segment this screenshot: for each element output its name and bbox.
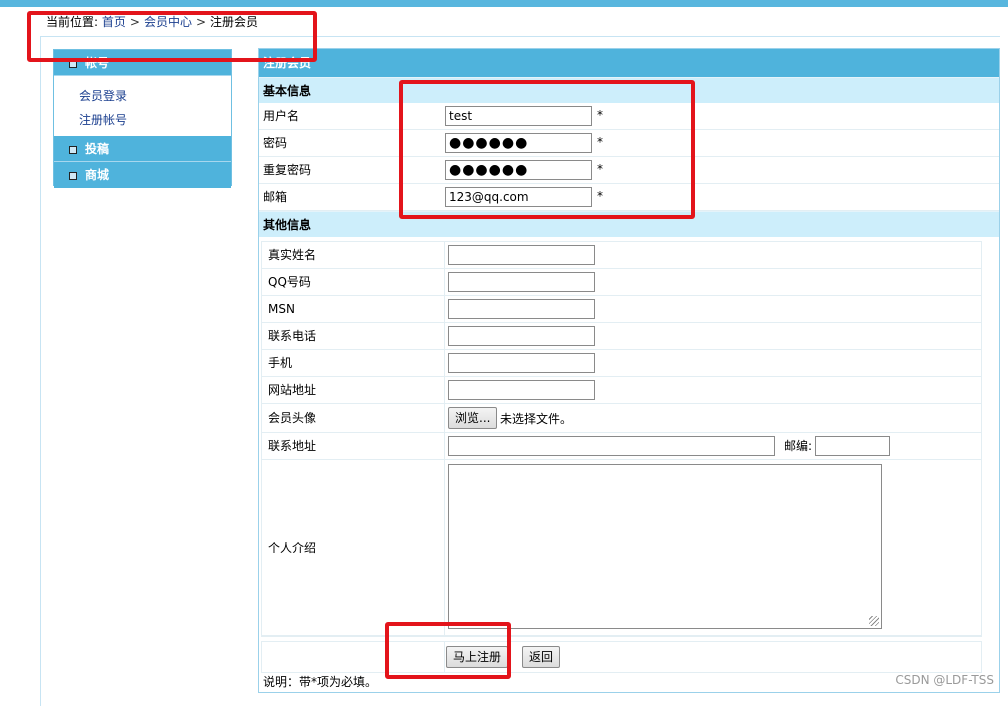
- back-button[interactable]: 返回: [522, 646, 561, 668]
- repeat-password-row: 重复密码 *: [259, 157, 999, 184]
- website-label: 网站地址: [268, 383, 317, 397]
- register-panel: 注册会员 基本信息 用户名 * 密码 * 重复密码 * 邮箱 * 其他信息 真实…: [258, 48, 1000, 693]
- real-name-row: 真实姓名: [262, 242, 981, 269]
- basic-info-heading: 基本信息: [259, 77, 999, 103]
- repeat-password-input[interactable]: [445, 160, 592, 180]
- breadcrumb-member-center-link[interactable]: 会员中心: [144, 15, 192, 29]
- phone-label: 联系电话: [268, 329, 317, 343]
- sidebar: 帐号 会员登录 注册帐号 投稿 商城: [53, 49, 232, 188]
- password-label: 密码: [263, 136, 288, 150]
- username-row: 用户名 *: [259, 103, 999, 130]
- website-input[interactable]: [448, 380, 595, 400]
- address-input[interactable]: [448, 436, 775, 456]
- website-row: 网站地址: [262, 377, 981, 404]
- required-mark: *: [597, 135, 603, 149]
- register-account-link[interactable]: 注册帐号: [79, 108, 231, 132]
- breadcrumb: 当前位置: 首页 > 会员中心 > 注册会员: [46, 14, 258, 30]
- password-row: 密码 *: [259, 130, 999, 157]
- top-bar: [0, 0, 1008, 7]
- intro-row: 个人介绍: [262, 460, 981, 636]
- other-info-table: 真实姓名 QQ号码 MSN 联系电话 手机 网站地址 会员头像 浏览... 未选…: [261, 241, 982, 637]
- watermark-text: CSDN @LDF-TSS: [895, 673, 994, 687]
- qq-row: QQ号码: [262, 269, 981, 296]
- sidebar-item-label: 商城: [85, 168, 110, 182]
- sidebar-item-account[interactable]: 帐号: [54, 50, 231, 76]
- action-row: 马上注册 返回: [261, 641, 982, 673]
- avatar-row: 会员头像 浏览... 未选择文件。: [262, 404, 981, 433]
- square-icon: [69, 172, 77, 180]
- zip-input[interactable]: [815, 436, 890, 456]
- panel-title: 注册会员: [259, 49, 999, 77]
- zip-label: 邮编:: [784, 439, 813, 453]
- square-icon: [69, 146, 77, 154]
- mobile-row: 手机: [262, 350, 981, 377]
- sidebar-item-label: 投稿: [85, 142, 110, 156]
- msn-input[interactable]: [448, 299, 595, 319]
- no-file-text: 未选择文件。: [500, 412, 573, 426]
- sidebar-item-shop[interactable]: 商城: [54, 162, 231, 188]
- address-row: 联系地址 邮编:: [262, 433, 981, 460]
- breadcrumb-separator: >: [195, 15, 207, 29]
- repeat-password-label: 重复密码: [263, 163, 312, 177]
- phone-input[interactable]: [448, 326, 595, 346]
- resize-grip-icon[interactable]: [869, 616, 879, 626]
- required-mark: *: [597, 189, 603, 203]
- address-label: 联系地址: [268, 439, 317, 453]
- square-icon: [69, 60, 77, 68]
- register-button[interactable]: 马上注册: [446, 646, 509, 668]
- intro-label: 个人介绍: [268, 541, 317, 555]
- username-label: 用户名: [263, 109, 300, 123]
- email-input[interactable]: [445, 187, 592, 207]
- sidebar-item-label: 帐号: [85, 56, 110, 70]
- other-info-heading: 其他信息: [259, 211, 999, 237]
- avatar-label: 会员头像: [268, 411, 317, 425]
- sidebar-item-submit[interactable]: 投稿: [54, 136, 231, 162]
- intro-textarea[interactable]: [448, 464, 882, 629]
- required-note: 说明：带*项为必填。: [263, 675, 378, 689]
- username-input[interactable]: [445, 106, 592, 126]
- breadcrumb-separator: >: [129, 15, 140, 29]
- real-name-input[interactable]: [448, 245, 595, 265]
- msn-label: MSN: [268, 302, 295, 316]
- member-login-link[interactable]: 会员登录: [79, 84, 231, 108]
- qq-input[interactable]: [448, 272, 595, 292]
- breadcrumb-current: 注册会员: [210, 15, 259, 29]
- browse-button[interactable]: 浏览...: [448, 407, 498, 429]
- mobile-input[interactable]: [448, 353, 595, 373]
- required-mark: *: [597, 108, 603, 122]
- real-name-label: 真实姓名: [268, 248, 317, 262]
- mobile-label: 手机: [268, 356, 293, 370]
- required-mark: *: [597, 162, 603, 176]
- email-row: 邮箱 *: [259, 184, 999, 211]
- breadcrumb-home-link[interactable]: 首页: [102, 15, 126, 29]
- email-label: 邮箱: [263, 190, 288, 204]
- msn-row: MSN: [262, 296, 981, 323]
- sidebar-account-links: 会员登录 注册帐号: [54, 76, 231, 136]
- qq-label: QQ号码: [268, 275, 311, 289]
- password-input[interactable]: [445, 133, 592, 153]
- breadcrumb-prefix: 当前位置:: [46, 15, 99, 29]
- phone-row: 联系电话: [262, 323, 981, 350]
